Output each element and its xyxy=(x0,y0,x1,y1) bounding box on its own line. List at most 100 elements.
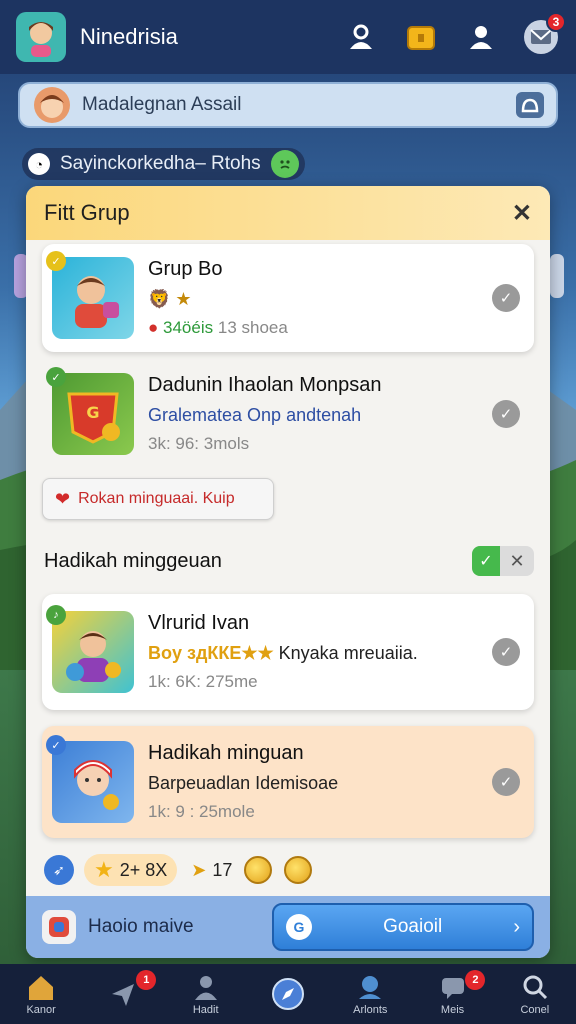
list-item[interactable]: ✓ G Dadunin Ihaolan Monpsan Gralematea O… xyxy=(42,364,534,464)
footer-label: Haoio maive xyxy=(88,916,194,937)
top-bar: Ninedrisia 3 xyxy=(0,0,576,74)
compass-icon xyxy=(271,978,304,1010)
app-title: Ninedrisia xyxy=(80,24,178,49)
section-header: Hadikah minggeuan ✓ ✕ xyxy=(44,546,534,576)
nav-item-messages[interactable]: Meis 2 xyxy=(411,964,493,1024)
chevron-right-icon: › xyxy=(513,915,520,938)
list-item[interactable]: ✓ Grup Bo 🦁 ★ ● 34öéis 13 ѕhoea ✓ xyxy=(42,244,534,352)
primary-button[interactable]: G Goaioil › xyxy=(272,903,534,951)
nav-label: Meis xyxy=(440,1003,465,1016)
nav-item-search[interactable]: Conel xyxy=(494,964,576,1024)
treasure-box-icon[interactable] xyxy=(402,18,440,56)
search-avatar-icon xyxy=(34,87,70,123)
nav-item-profile[interactable]: Hadit xyxy=(165,964,247,1024)
star-icon: ★ xyxy=(94,857,114,882)
check-icon[interactable]: ✓ xyxy=(492,638,520,666)
card-thumbnail: ✓ xyxy=(46,735,134,823)
search-icon[interactable] xyxy=(516,92,544,118)
section-toggle[interactable]: ✓ ✕ xyxy=(472,546,534,576)
panel-title: Fitt Grup xyxy=(44,200,130,225)
nav-badge: 1 xyxy=(136,970,157,990)
card-subtitle: Barpeuadlan Idemisoae xyxy=(148,773,339,793)
card-thumbnail: ✓ G xyxy=(46,367,134,455)
card-title: Hadikah minguan xyxy=(148,742,304,764)
nav-item-send[interactable]: 1 xyxy=(82,964,164,1024)
send-icon xyxy=(112,984,135,1006)
card-subtitle: Boy здККЕ★★ Knyaka mreuaiia. xyxy=(148,643,492,664)
card-title: Grup Bo xyxy=(148,258,223,280)
check-icon[interactable]: ✓ xyxy=(492,768,520,796)
heart-icon: ❤ xyxy=(55,488,71,509)
nav-label: Kanor xyxy=(26,1003,56,1016)
clock-icon: ◔ xyxy=(28,153,50,175)
profile-avatar[interactable] xyxy=(16,12,66,62)
nav-item-compass[interactable] xyxy=(247,964,329,1024)
edit-badge-icon: ✓ xyxy=(46,367,66,387)
nav-badge: 2 xyxy=(465,970,486,990)
svg-text:G: G xyxy=(86,403,99,422)
map-pin-icon xyxy=(359,975,382,999)
panel-header: Fitt Grup ✕ xyxy=(26,186,550,240)
coins-icon xyxy=(244,856,273,884)
card-badges: 🦁 ★ xyxy=(148,289,192,309)
panel-footer: Haoio maive G Goaioil › xyxy=(26,896,550,958)
card-title: Vlrurid Ivan xyxy=(148,612,250,634)
mail-icon[interactable]: 3 xyxy=(522,12,566,56)
nav-label: Conel xyxy=(520,1003,550,1016)
card-subtitle: Gralematea Onp andtenah xyxy=(148,405,362,425)
search-icon xyxy=(523,975,547,999)
app-icon[interactable] xyxy=(42,910,76,944)
feather-icon[interactable]: ➶ xyxy=(44,855,74,885)
card-thumbnail: ♪ xyxy=(46,605,134,693)
card-meta: 3k: 96: 3mols xyxy=(148,434,250,453)
side-tab-right[interactable] xyxy=(550,254,564,298)
card-meta: 1k: 6K: 275me xyxy=(148,672,258,691)
face-icon xyxy=(270,150,299,178)
section-title: Hadikah minggeuan xyxy=(44,549,222,572)
reward-pill-text: 2+ 8X xyxy=(119,859,168,880)
edit-badge-icon: ✓ xyxy=(46,735,66,755)
globe-icon: G xyxy=(286,914,312,940)
search-field[interactable]: Madalegnan Assail xyxy=(18,82,558,128)
reject-button[interactable]: ❤ Rokan minguaai. Kuip xyxy=(42,478,274,520)
notification-badge: 3 xyxy=(546,12,566,32)
search-text: Madalegnan Assail xyxy=(82,94,242,115)
reject-button-label: Rokan minguaai. Kuip xyxy=(78,490,235,507)
user-icon[interactable] xyxy=(342,18,380,56)
toggle-on-icon: ✓ xyxy=(472,546,500,576)
card-meta-value: 34öéis xyxy=(163,318,214,337)
coin-icon xyxy=(284,856,313,884)
edit-badge-icon: ♪ xyxy=(46,605,66,625)
nav-label: Arlonts xyxy=(353,1003,388,1016)
check-icon[interactable]: ✓ xyxy=(492,284,520,312)
card-title: Dadunin Ihaolan Monpsan xyxy=(148,374,382,396)
primary-button-label: Goaioil xyxy=(383,916,443,937)
bottom-nav: Kanor 1 Hadit Arlonts Meis 2 Conel xyxy=(0,964,576,1024)
flag-reward: ➤ 17 xyxy=(191,860,232,881)
list-item[interactable]: ♪ Vlrurid Ivan Boy здККЕ★★ Knyaka mreuai… xyxy=(42,594,534,710)
list-item[interactable]: ✓ Hadikah minguan Barpeuadlan Idemisoae … xyxy=(42,726,534,838)
nav-label: Hadit xyxy=(192,1003,219,1016)
nav-item-alerts[interactable]: Arlonts xyxy=(329,964,411,1024)
user-plus-icon[interactable] xyxy=(462,18,500,56)
profile-icon xyxy=(194,975,217,1000)
close-icon[interactable]: ✕ xyxy=(512,199,532,228)
reward-row: ➶ ★ 2+ 8X ➤ 17 xyxy=(44,852,534,888)
alert-icon: ● xyxy=(148,318,159,337)
flag-icon: ➤ xyxy=(191,859,207,880)
nav-item-home[interactable]: Kanor xyxy=(0,964,82,1024)
edit-badge-icon: ✓ xyxy=(46,251,66,271)
group-panel: Fitt Grup ✕ ✓ Grup Bo 🦁 ★ ● 34öéis 13 ѕh… xyxy=(26,186,550,958)
card-meta: 1k: 9 : 25mole xyxy=(148,802,255,821)
status-chip[interactable]: ◔ Sayinckorkedha– Rtohs xyxy=(22,148,305,180)
card-subtitle-tail: Knyaka mreuaiia. xyxy=(278,643,418,663)
toggle-off-icon: ✕ xyxy=(509,550,525,571)
flag-count: 17 xyxy=(212,859,233,880)
chip-text: Sayinckorkedha– Rtohs xyxy=(60,153,261,174)
reward-pill: ★ 2+ 8X xyxy=(84,854,178,886)
home-icon xyxy=(29,975,54,1000)
check-icon[interactable]: ✓ xyxy=(492,400,520,428)
card-subtitle-gold: Boy здККЕ★★ xyxy=(148,643,274,663)
card-meta-tail: 13 ѕhoea xyxy=(217,318,288,337)
card-thumbnail: ✓ xyxy=(46,251,134,339)
